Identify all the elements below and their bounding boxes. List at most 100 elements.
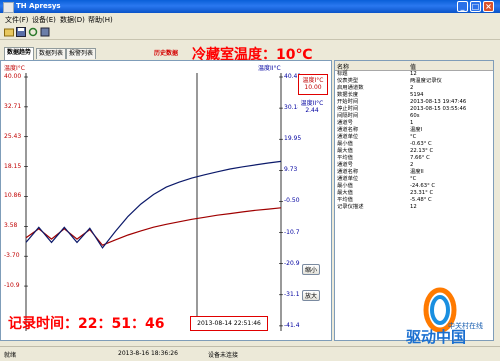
property-value: 2 <box>410 162 414 168</box>
device-icon[interactable] <box>40 27 50 37</box>
maximize-button[interactable]: □ <box>470 1 481 12</box>
menu-data[interactable]: 数据(D) <box>60 15 85 25</box>
property-value: 60s <box>410 113 420 119</box>
logo-main-text: 驱动中国 <box>406 328 466 346</box>
property-value: 2 <box>410 85 414 91</box>
property-name: 启用通道数 <box>337 85 364 91</box>
left-tick-label: 10.86 <box>4 192 22 200</box>
property-value: °C <box>410 176 417 182</box>
save-icon[interactable] <box>16 27 26 37</box>
right-axis-unit: 温度II°C <box>258 65 281 72</box>
menu-file[interactable]: 文件(F) <box>5 15 29 25</box>
property-name: 记录仪描述 <box>337 204 364 210</box>
status-connection: 设备未连接 <box>208 352 239 359</box>
property-row: 最大值 22.13° C <box>335 148 493 155</box>
right-tick-label: -10.7 <box>284 228 300 236</box>
left-tick-label: 25.43 <box>4 132 22 140</box>
right-tick-label: -0.50 <box>284 197 300 205</box>
property-name: 通道名称 <box>337 127 359 133</box>
property-value: 2013-08-15 03:55:46 <box>410 106 467 112</box>
properties-header: 名称 值 <box>335 61 493 71</box>
property-name: 最小值 <box>337 183 353 189</box>
property-name: 开始时间 <box>337 99 359 105</box>
chart-panel: 温度I°C 温度II°C 40.00 32.71 25.43 18.15 10.86 3.… <box>0 60 332 341</box>
left-tick-label: -10.9 <box>4 282 20 290</box>
property-row: 通道号 2 <box>335 162 493 169</box>
left-tick-label: -3.70 <box>4 252 20 260</box>
status-datetime: 2013-8-16 18:36:26 <box>118 350 178 357</box>
property-value: -5.48° C <box>410 197 432 203</box>
property-row: 标题 12 <box>335 71 493 78</box>
series2-legend[interactable]: 温度II°C 2.44 <box>298 98 326 119</box>
zoom-in-button[interactable]: 缩小 <box>302 264 320 275</box>
property-value: -0.63° C <box>410 141 432 147</box>
trend-chart[interactable] <box>1 61 331 340</box>
refresh-icon[interactable] <box>28 27 38 37</box>
left-tick-label: 40.00 <box>4 73 22 80</box>
property-value: 温度I <box>410 127 423 133</box>
property-name: 通道号 <box>337 162 353 168</box>
property-value: 两温度记录仪 <box>410 78 442 84</box>
cursor-time-box: 2013-08-14 22:51:46 <box>190 316 268 331</box>
property-value: 7.66° C <box>410 155 430 161</box>
status-ready: 就绪 <box>4 352 17 359</box>
property-value: 23.31° C <box>410 190 434 196</box>
property-name: 数据长度 <box>337 92 359 98</box>
property-name: 最大值 <box>337 148 353 154</box>
title-bar: TH Apresys _ □ × <box>0 0 500 13</box>
property-name: 平均值 <box>337 197 353 203</box>
property-name: 最小值 <box>337 141 353 147</box>
property-value: 12 <box>410 71 417 77</box>
property-value: °C <box>410 134 417 140</box>
property-value: 2013-08-13 19:47:46 <box>410 99 467 105</box>
property-row: 启用通道数 2 <box>335 85 493 92</box>
property-value: 5194 <box>410 92 424 98</box>
property-row: 最小值 -0.63° C <box>335 141 493 148</box>
menu-device[interactable]: 设备(E) <box>32 15 56 25</box>
property-row: 通道单位 °C <box>335 134 493 141</box>
series1-legend[interactable]: 温度I°C 10.00 <box>298 74 328 95</box>
property-name: 通道单位 <box>337 134 359 140</box>
series1-label: 温度I°C <box>302 77 324 84</box>
toolbar <box>0 25 500 40</box>
tab-data-trend[interactable]: 数据趋势 <box>4 47 35 60</box>
logo-ring-blue <box>430 295 450 325</box>
property-row: 记录仪描述 12 <box>335 204 493 211</box>
minimize-button[interactable]: _ <box>457 1 468 12</box>
series2-label: 温度II°C <box>300 100 324 107</box>
left-tick-label: 18.15 <box>4 162 22 170</box>
property-row: 通道号 1 <box>335 120 493 127</box>
right-tick-label: 19.95 <box>284 135 302 143</box>
menu-bar: 文件(F) 设备(E) 数据(D) 帮助(H) <box>0 13 500 25</box>
property-row: 通道名称 温度II <box>335 169 493 176</box>
property-row: 通道单位 °C <box>335 176 493 183</box>
property-row: 间隔时间 60s <box>335 113 493 120</box>
header-value: 值 <box>410 64 417 71</box>
history-data-label: 历史数据 <box>154 50 179 57</box>
series1-value: 10.00 <box>304 84 322 91</box>
left-tick-label: 32.71 <box>4 102 22 110</box>
property-name: 通道号 <box>337 120 353 126</box>
property-value: 1 <box>410 120 414 126</box>
property-row: 平均值 -5.48° C <box>335 197 493 204</box>
zoom-out-button[interactable]: 放大 <box>302 290 320 301</box>
property-row: 仪表类型 两温度记录仪 <box>335 78 493 85</box>
header-name: 名称 <box>337 64 350 71</box>
property-name: 间隔时间 <box>337 113 359 119</box>
property-row: 最小值 -24.63° C <box>335 183 493 190</box>
qudong-logo: 中关村在线 驱动中国 <box>406 287 483 346</box>
property-name: 标题 <box>337 71 348 77</box>
property-row: 开始时间 2013-08-13 19:47:46 <box>335 99 493 106</box>
property-name: 通道单位 <box>337 176 359 182</box>
menu-help[interactable]: 帮助(H) <box>88 15 113 25</box>
open-icon[interactable] <box>4 27 14 37</box>
tab-alarm-list[interactable]: 报警列表 <box>66 48 97 59</box>
tab-data-list[interactable]: 数据列表 <box>36 48 67 59</box>
status-bar: 就绪 2013-8-16 18:36:26 设备未连接 <box>0 346 500 361</box>
close-button[interactable]: × <box>483 1 494 12</box>
property-name: 停止时间 <box>337 106 359 112</box>
property-value: 12 <box>410 204 417 210</box>
series-line-2 <box>25 160 282 249</box>
left-tick-label: 3.58 <box>4 222 18 230</box>
property-row: 平均值 7.66° C <box>335 155 493 162</box>
